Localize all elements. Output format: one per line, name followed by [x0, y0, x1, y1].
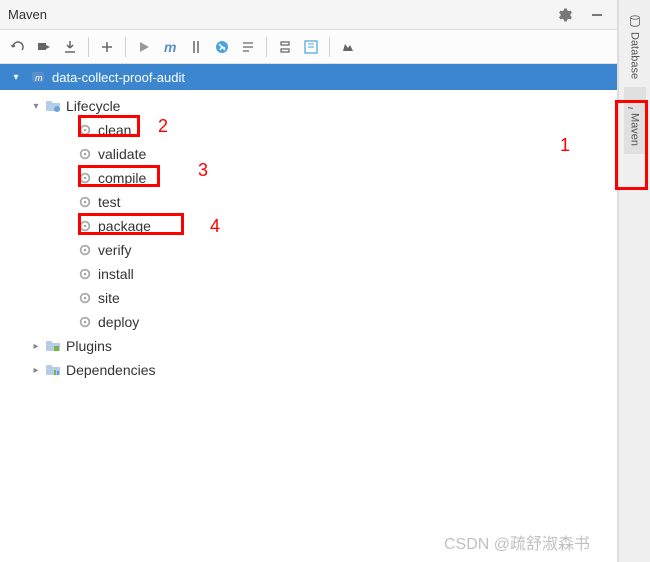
plugins-node[interactable]: ▸ Plugins — [0, 334, 617, 358]
gear-icon — [76, 169, 94, 187]
right-sidebar: Database m Maven — [618, 0, 650, 562]
svg-text:m: m — [35, 73, 43, 83]
folder-gear-icon — [44, 97, 62, 115]
plugins-label: Plugins — [66, 338, 112, 354]
dependencies-node[interactable]: ▸ Dependencies — [0, 358, 617, 382]
goal-label: validate — [98, 146, 146, 162]
panel-header: Maven — [0, 0, 617, 30]
goal-package[interactable]: package — [0, 214, 617, 238]
watermark: CSDN @疏舒淑森书 — [444, 530, 590, 554]
run-icon[interactable] — [132, 35, 156, 59]
minimize-icon[interactable] — [585, 3, 609, 27]
separator — [266, 37, 267, 57]
gear-icon — [76, 241, 94, 259]
tab-label: Maven — [629, 113, 641, 146]
toggle-offline-icon[interactable] — [184, 35, 208, 59]
dependencies-label: Dependencies — [66, 362, 156, 378]
tab-label: Database — [629, 32, 641, 79]
goal-site[interactable]: site — [0, 286, 617, 310]
goal-label: install — [98, 266, 134, 282]
goal-clean[interactable]: clean — [0, 118, 617, 142]
chevron-right-icon: ▸ — [28, 365, 44, 376]
goal-verify[interactable]: verify — [0, 238, 617, 262]
separator — [329, 37, 330, 57]
goal-label: site — [98, 290, 120, 306]
gear-icon — [76, 193, 94, 211]
goal-test[interactable]: test — [0, 190, 617, 214]
lifecycle-label: Lifecycle — [66, 98, 120, 114]
goal-compile[interactable]: compile — [0, 166, 617, 190]
svg-text:m: m — [164, 39, 176, 55]
gear-icon — [76, 121, 94, 139]
gear-icon — [76, 265, 94, 283]
goal-label: clean — [98, 122, 131, 138]
gear-icon — [76, 145, 94, 163]
chevron-down-icon: ▾ — [8, 72, 24, 83]
generate-sources-icon[interactable] — [32, 35, 56, 59]
goal-deploy[interactable]: deploy — [0, 310, 617, 334]
svg-text:m: m — [628, 106, 636, 109]
chevron-down-icon: ▾ — [28, 101, 44, 112]
gear-icon — [76, 289, 94, 307]
project-name: data-collect-proof-audit — [52, 70, 185, 85]
project-root[interactable]: ▾ m data-collect-proof-audit — [0, 64, 617, 90]
reimport-icon[interactable] — [6, 35, 30, 59]
chevron-right-icon: ▸ — [28, 341, 44, 352]
show-dependencies-icon[interactable] — [236, 35, 260, 59]
goal-label: verify — [98, 242, 131, 258]
goal-install[interactable]: install — [0, 262, 617, 286]
sidebar-tab-maven[interactable]: m Maven — [624, 87, 646, 154]
folder-dependencies-icon — [44, 361, 62, 379]
gear-icon — [76, 217, 94, 235]
add-icon[interactable] — [95, 35, 119, 59]
settings-icon[interactable] — [553, 3, 577, 27]
gear-icon — [76, 313, 94, 331]
separator — [88, 37, 89, 57]
panel-title: Maven — [8, 7, 47, 22]
folder-plugins-icon — [44, 337, 62, 355]
execute-goal-icon[interactable]: m — [158, 35, 182, 59]
maven-settings-icon[interactable] — [336, 35, 360, 59]
goal-label: deploy — [98, 314, 139, 330]
goal-label: package — [98, 218, 151, 234]
goal-label: test — [98, 194, 121, 210]
sidebar-tab-database[interactable]: Database — [624, 6, 646, 87]
maven-module-icon: m — [30, 69, 46, 85]
collapse-all-icon[interactable] — [273, 35, 297, 59]
maven-toolbar: m — [0, 30, 617, 64]
download-icon[interactable] — [58, 35, 82, 59]
goal-label: compile — [98, 170, 146, 186]
separator — [125, 37, 126, 57]
toggle-skip-tests-icon[interactable] — [210, 35, 234, 59]
lifecycle-node[interactable]: ▾ Lifecycle — [0, 94, 617, 118]
show-diagram-icon[interactable] — [299, 35, 323, 59]
goal-validate[interactable]: validate — [0, 142, 617, 166]
maven-tree: ▾ Lifecycle clean validate compile test — [0, 90, 617, 386]
